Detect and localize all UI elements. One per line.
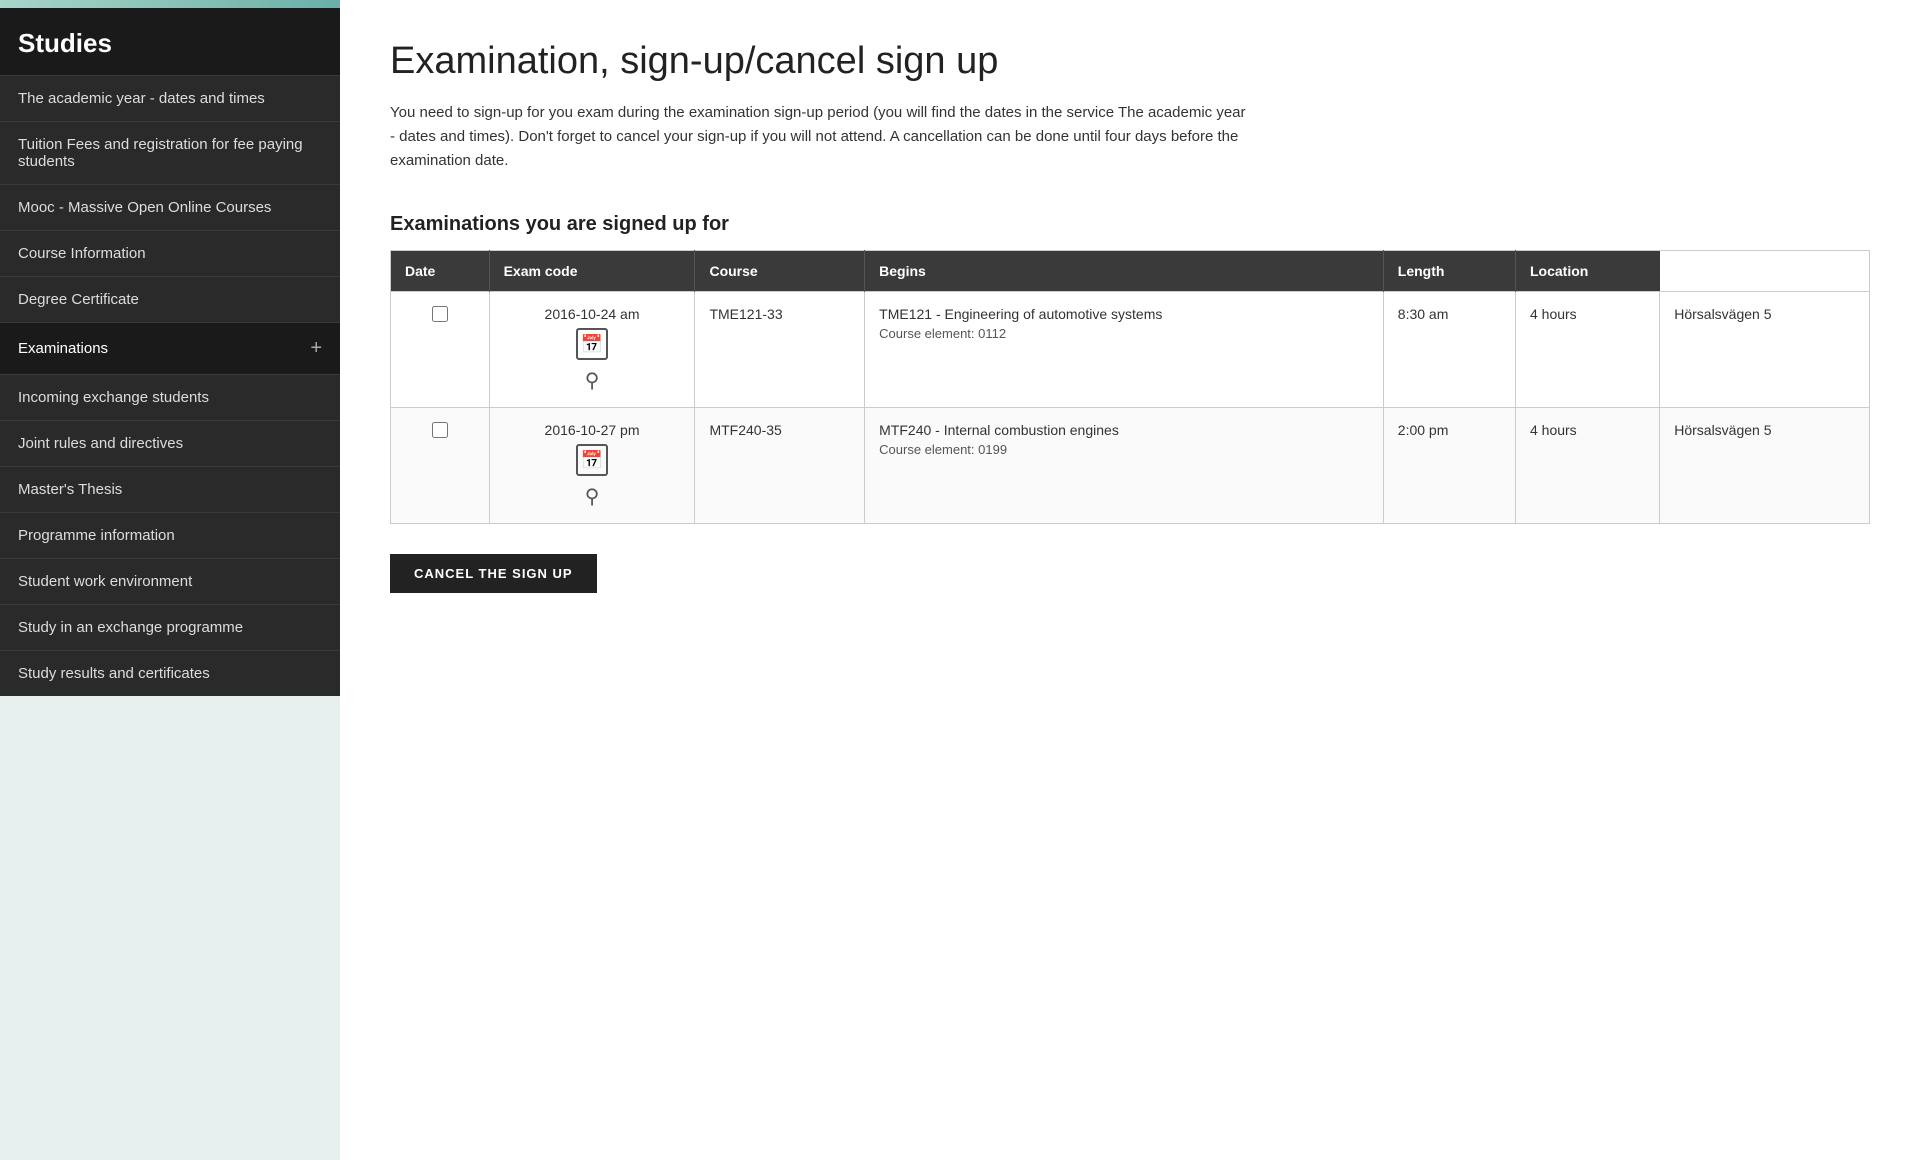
section-title: Examinations you are signed up for <box>390 213 1870 236</box>
sidebar-gradient <box>0 0 340 8</box>
sidebar-item-student-work[interactable]: Student work environment <box>0 558 340 604</box>
sidebar-item-label: Master's Thesis <box>18 481 122 498</box>
sidebar-item-label: Incoming exchange students <box>18 389 209 406</box>
exam-table: DateExam codeCourseBeginsLengthLocation … <box>390 250 1870 524</box>
table-body: 2016-10-24 am 📅 ⚲ TME121-33 TME121 - Eng… <box>391 292 1870 524</box>
page-description: You need to sign-up for you exam during … <box>390 101 1250 173</box>
calendar-icon: 📅 <box>576 444 608 476</box>
sidebar-item-label: Degree Certificate <box>18 291 139 308</box>
sidebar-item-tuition-fees[interactable]: Tuition Fees and registration for fee pa… <box>0 121 340 184</box>
row-length-cell: 4 hours <box>1515 408 1659 524</box>
row-course-element: Course element: 0199 <box>879 442 1369 457</box>
row-checkbox-0[interactable] <box>432 306 448 322</box>
sidebar-item-label: Student work environment <box>18 573 192 590</box>
person-icon: ⚲ <box>504 484 681 509</box>
row-location-cell: Hörsalsvägen 5 <box>1660 292 1870 408</box>
row-checkbox-cell <box>391 408 490 524</box>
sidebar-item-examinations[interactable]: Examinations + <box>0 322 340 374</box>
sidebar-item-study-results[interactable]: Study results and certificates <box>0 650 340 696</box>
row-date-cell: 2016-10-27 pm 📅 ⚲ <box>489 408 695 524</box>
row-date-text: 2016-10-27 pm <box>504 422 681 438</box>
sidebar-item-academic-year[interactable]: The academic year - dates and times <box>0 75 340 121</box>
row-course-cell: MTF240 - Internal combustion engines Cou… <box>865 408 1384 524</box>
row-exam-code-cell: MTF240-35 <box>695 408 865 524</box>
main-content: Examination, sign-up/cancel sign up You … <box>340 0 1920 1160</box>
sidebar-item-joint-rules[interactable]: Joint rules and directives <box>0 420 340 466</box>
table-row: 2016-10-27 pm 📅 ⚲ MTF240-35 MTF240 - Int… <box>391 408 1870 524</box>
table-header-row: DateExam codeCourseBeginsLengthLocation <box>391 251 1870 292</box>
sidebar-title: Studies <box>0 8 340 75</box>
sidebar-item-label: Study results and certificates <box>18 665 210 682</box>
row-date-cell: 2016-10-24 am 📅 ⚲ <box>489 292 695 408</box>
row-location-cell: Hörsalsvägen 5 <box>1660 408 1870 524</box>
row-course-cell: TME121 - Engineering of automotive syste… <box>865 292 1384 408</box>
sidebar-item-expand-icon[interactable]: + <box>310 337 322 360</box>
person-icon: ⚲ <box>504 368 681 393</box>
sidebar-item-programme-info[interactable]: Programme information <box>0 512 340 558</box>
sidebar-nav: The academic year - dates and times Tuiti… <box>0 75 340 696</box>
table-header-length: Length <box>1383 251 1515 292</box>
row-course-name: MTF240 - Internal combustion engines <box>879 422 1369 438</box>
sidebar-item-label: Course Information <box>18 245 146 262</box>
row-checkbox-1[interactable] <box>432 422 448 438</box>
sidebar-item-label: Study in an exchange programme <box>18 619 243 636</box>
sidebar-item-incoming-exchange[interactable]: Incoming exchange students <box>0 374 340 420</box>
sidebar-item-exchange-programme[interactable]: Study in an exchange programme <box>0 604 340 650</box>
calendar-icon: 📅 <box>576 328 608 360</box>
sidebar-item-label: Programme information <box>18 527 175 544</box>
cancel-signup-button[interactable]: CANCEL THE SIGN UP <box>390 554 597 593</box>
row-length-cell: 4 hours <box>1515 292 1659 408</box>
sidebar-item-course-info[interactable]: Course Information <box>0 230 340 276</box>
sidebar-item-label: Mooc - Massive Open Online Courses <box>18 199 271 216</box>
page-title: Examination, sign-up/cancel sign up <box>390 40 1870 83</box>
table-header-date: Date <box>391 251 490 292</box>
row-begins-cell: 8:30 am <box>1383 292 1515 408</box>
sidebar-item-degree-cert[interactable]: Degree Certificate <box>0 276 340 322</box>
row-course-name: TME121 - Engineering of automotive syste… <box>879 306 1369 322</box>
sidebar-item-label: Examinations <box>18 340 108 357</box>
sidebar-item-masters-thesis[interactable]: Master's Thesis <box>0 466 340 512</box>
row-begins-cell: 2:00 pm <box>1383 408 1515 524</box>
sidebar-item-label: Joint rules and directives <box>18 435 183 452</box>
sidebar: Studies The academic year - dates and ti… <box>0 8 340 696</box>
row-course-element: Course element: 0112 <box>879 326 1369 341</box>
row-exam-code-cell: TME121-33 <box>695 292 865 408</box>
table-header-location: Location <box>1515 251 1659 292</box>
table-header-exam-code: Exam code <box>489 251 695 292</box>
table-header-course: Course <box>695 251 865 292</box>
sidebar-item-mooc[interactable]: Mooc - Massive Open Online Courses <box>0 184 340 230</box>
sidebar-item-label: Tuition Fees and registration for fee pa… <box>18 136 322 170</box>
row-date-text: 2016-10-24 am <box>504 306 681 322</box>
row-checkbox-cell <box>391 292 490 408</box>
sidebar-item-label: The academic year - dates and times <box>18 90 265 107</box>
table-header-begins: Begins <box>865 251 1384 292</box>
table-row: 2016-10-24 am 📅 ⚲ TME121-33 TME121 - Eng… <box>391 292 1870 408</box>
